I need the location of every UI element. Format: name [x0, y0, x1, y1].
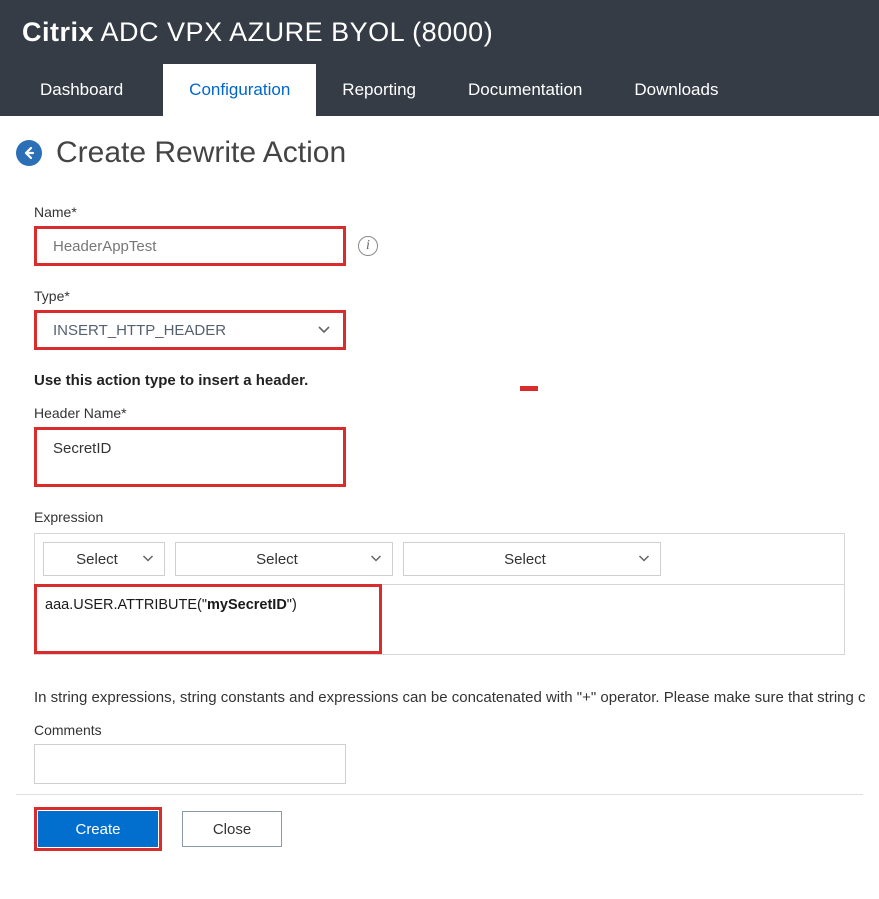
- type-label: Type*: [34, 288, 845, 304]
- expression-select-1[interactable]: Select: [43, 542, 165, 576]
- footer-actions: Create Close: [16, 794, 863, 863]
- header-name-label: Header Name*: [34, 405, 845, 421]
- header-name-value: SecretID: [53, 440, 111, 457]
- chevron-down-icon: [317, 325, 331, 335]
- create-button[interactable]: Create: [38, 811, 158, 847]
- page-content: Create Rewrite Action Name* HeaderAppTes…: [0, 116, 879, 881]
- tab-downloads[interactable]: Downloads: [608, 64, 744, 116]
- top-bar: Citrix ADC VPX AZURE BYOL (8000): [0, 0, 879, 64]
- expression-select-2[interactable]: Select: [175, 542, 393, 576]
- name-input[interactable]: HeaderAppTest: [34, 226, 346, 266]
- expr-mid: mySecretID: [207, 597, 287, 613]
- type-value: INSERT_HTTP_HEADER: [53, 322, 226, 339]
- tab-configuration[interactable]: Configuration: [163, 64, 316, 116]
- type-hint: Use this action type to insert a header.: [34, 372, 845, 389]
- brand: Citrix ADC VPX AZURE BYOL (8000): [22, 17, 493, 48]
- red-marker: [520, 386, 538, 391]
- chevron-down-icon: [638, 555, 650, 564]
- brand-name: Citrix: [22, 17, 94, 47]
- header-name-input[interactable]: SecretID: [34, 427, 346, 487]
- expression-select-3[interactable]: Select: [403, 542, 661, 576]
- chevron-down-icon: [370, 555, 382, 564]
- info-icon[interactable]: i: [358, 236, 378, 256]
- name-label: Name*: [34, 204, 845, 220]
- expression-toolbar: Select Select Select: [35, 534, 844, 585]
- expression-help-text: In string expressions, string constants …: [34, 689, 845, 706]
- brand-subtitle: ADC VPX AZURE BYOL (8000): [94, 17, 493, 47]
- page-header: Create Rewrite Action: [16, 136, 863, 170]
- tab-reporting[interactable]: Reporting: [316, 64, 442, 116]
- expression-label: Expression: [34, 509, 845, 525]
- tab-documentation[interactable]: Documentation: [442, 64, 608, 116]
- expression-editor: Select Select Select aaa.USER.ATTRIBUTE(…: [34, 533, 845, 655]
- page-title: Create Rewrite Action: [56, 136, 346, 170]
- main-nav: Dashboard Configuration Reporting Docume…: [0, 64, 879, 116]
- type-select[interactable]: INSERT_HTTP_HEADER: [34, 310, 346, 350]
- expr-pre: aaa.USER.ATTRIBUTE(": [45, 597, 207, 613]
- expression-input[interactable]: aaa.USER.ATTRIBUTE("mySecretID"): [34, 584, 382, 654]
- comments-label: Comments: [34, 722, 845, 738]
- tab-dashboard[interactable]: Dashboard: [0, 64, 163, 116]
- arrow-left-icon: [22, 146, 36, 160]
- comments-input[interactable]: [34, 744, 346, 784]
- chevron-down-icon: [142, 555, 154, 564]
- close-button[interactable]: Close: [182, 811, 282, 847]
- back-button[interactable]: [16, 140, 42, 166]
- expr-post: "): [287, 597, 297, 613]
- form: Name* HeaderAppTest i Type* INSERT_HTTP_…: [16, 192, 863, 784]
